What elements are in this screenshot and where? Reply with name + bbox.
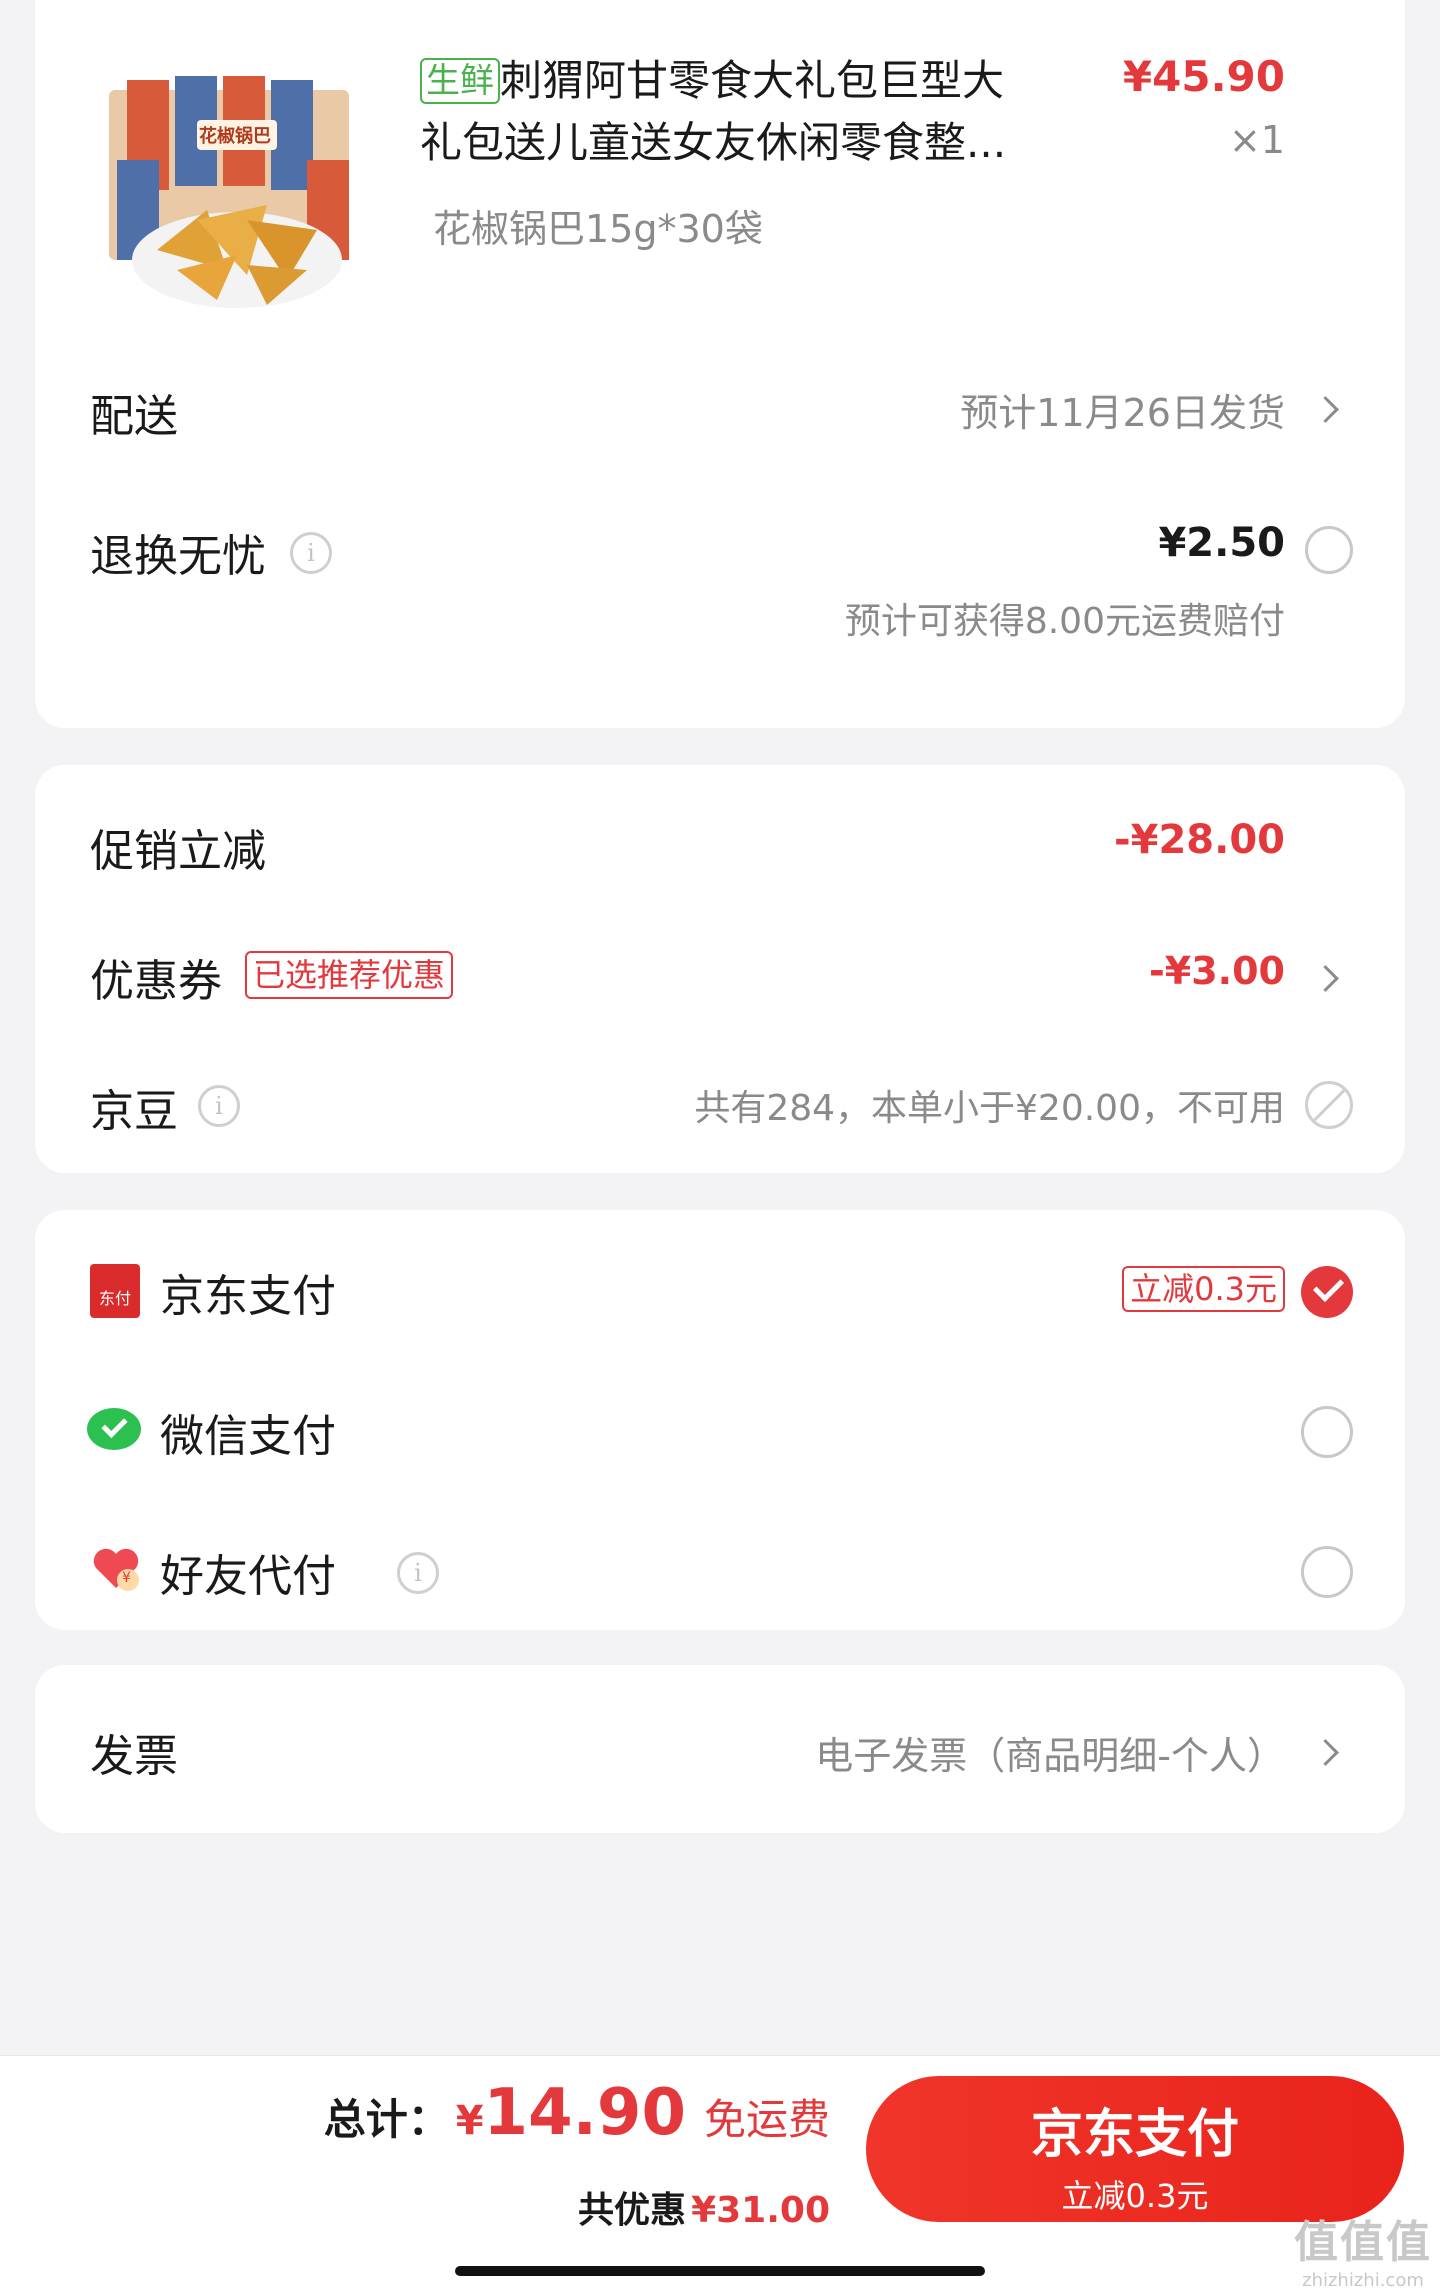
product-price: ¥45.90 (1122, 52, 1285, 101)
chevron-right-icon (1312, 396, 1339, 423)
info-icon[interactable]: i (397, 1552, 439, 1594)
payment-card: 东付 京东支付 立减0.3元 微信支付 ¥ 好友代付 i (35, 1210, 1405, 1630)
promo-value: -¥28.00 (1114, 817, 1285, 863)
wechat-pay-label: 微信支付 (160, 1411, 336, 1462)
product-title-line2: 礼包送儿童送女友休闲零食整... (420, 118, 1007, 167)
promo-row: 促销立减 -¥28.00 (35, 815, 1405, 885)
return-service-note: 预计可获得8.00元运费赔付 (844, 601, 1285, 642)
watermark: 值值值 zhizhizhi.com (1294, 2217, 1432, 2291)
promotions-card: 促销立减 -¥28.00 优惠券 已选推荐优惠 -¥3.00 京豆 i 共有28… (35, 765, 1405, 1173)
jd-pay-label: 京东支付 (160, 1271, 336, 1322)
wechat-pay-icon (87, 1408, 141, 1450)
friend-pay-radio[interactable] (1301, 1546, 1353, 1598)
beans-label: 京豆 (90, 1086, 178, 1137)
wechat-pay-radio[interactable] (1301, 1406, 1353, 1458)
free-shipping-label: 免运费 (703, 2095, 830, 2144)
product-title-line1: 刺猬阿甘零食大礼包巨型大 (500, 56, 1005, 105)
coupon-tag: 已选推荐优惠 (245, 951, 454, 999)
payment-option-wechat[interactable]: 微信支付 (35, 1390, 1405, 1470)
product-quantity: ×1 (1228, 118, 1285, 162)
pay-button-label: 京东支付 (1030, 2105, 1239, 2165)
promo-label: 促销立减 (90, 826, 266, 877)
friend-pay-label: 好友代付 (160, 1551, 336, 1602)
total-label: 总计： (323, 2095, 450, 2144)
product-spec[interactable]: 花椒锅巴15g*30袋 (433, 198, 763, 253)
disabled-circle-icon (1305, 1081, 1353, 1129)
friend-pay-heart-icon: ¥ (90, 1542, 142, 1594)
return-service-label: 退换无忧 (90, 531, 266, 582)
total-amount: 14.90 (483, 2076, 686, 2150)
jd-pay-discount-tag: 立减0.3元 (1122, 1266, 1285, 1312)
jd-pay-icon: 东付 (90, 1264, 140, 1318)
discount-value: ¥31.00 (691, 2190, 830, 2231)
return-service-row[interactable]: 退换无忧 i ¥2.50 预计可获得8.00元运费赔付 (35, 520, 1405, 670)
chevron-right-icon (1312, 1739, 1339, 1766)
coupon-row[interactable]: 优惠券 已选推荐优惠 -¥3.00 (35, 945, 1405, 1015)
checkout-bar: 总计： ¥ 14.90 免运费 共优惠 ¥31.00 京东支付 立减0.3元 值… (0, 2055, 1440, 2296)
product-image-label: 花椒锅巴 (199, 126, 271, 147)
discount-line: 共优惠 ¥31.00 (578, 2181, 830, 2233)
delivery-row[interactable]: 配送 预计11月26日发货 (35, 370, 1405, 450)
invoice-label: 发票 (90, 1731, 178, 1782)
invoice-value: 电子发票（商品明细-个人） (815, 1734, 1285, 1778)
product-image[interactable]: 花椒锅巴 (97, 70, 377, 330)
delivery-label: 配送 (90, 391, 178, 442)
coupon-label: 优惠券 (90, 956, 222, 1007)
fresh-tag: 生鲜 (420, 58, 500, 104)
info-icon[interactable]: i (198, 1085, 240, 1127)
product-card: 花椒锅巴 生鲜 刺猬阿甘零食大礼包巨型大 礼包送儿童送女友休闲零食整... ¥45… (35, 0, 1405, 728)
total-line: 总计： ¥ 14.90 免运费 (324, 2076, 830, 2150)
total-currency: ¥ (455, 2098, 484, 2144)
pay-button[interactable]: 京东支付 立减0.3元 (866, 2076, 1404, 2222)
return-service-price: ¥2.50 (1158, 520, 1285, 566)
delivery-value: 预计11月26日发货 (960, 391, 1285, 435)
info-icon[interactable]: i (290, 532, 332, 574)
return-service-radio[interactable] (1305, 526, 1353, 574)
beans-row: 京豆 i 共有284，本单小于¥20.00，不可用 (35, 1075, 1405, 1145)
home-indicator (455, 2266, 985, 2276)
discount-label: 共优惠 (577, 2190, 686, 2231)
product-title[interactable]: 生鲜 刺猬阿甘零食大礼包巨型大 礼包送儿童送女友休闲零食整... (420, 50, 1080, 174)
invoice-card[interactable]: 发票 电子发票（商品明细-个人） (35, 1665, 1405, 1833)
payment-option-jd[interactable]: 东付 京东支付 立减0.3元 (35, 1250, 1405, 1330)
beans-value: 共有284，本单小于¥20.00，不可用 (694, 1088, 1285, 1129)
chevron-right-icon (1312, 965, 1339, 992)
payment-option-friend[interactable]: ¥ 好友代付 i (35, 1530, 1405, 1610)
coupon-value: -¥3.00 (1149, 949, 1285, 993)
check-icon[interactable] (1301, 1266, 1353, 1318)
